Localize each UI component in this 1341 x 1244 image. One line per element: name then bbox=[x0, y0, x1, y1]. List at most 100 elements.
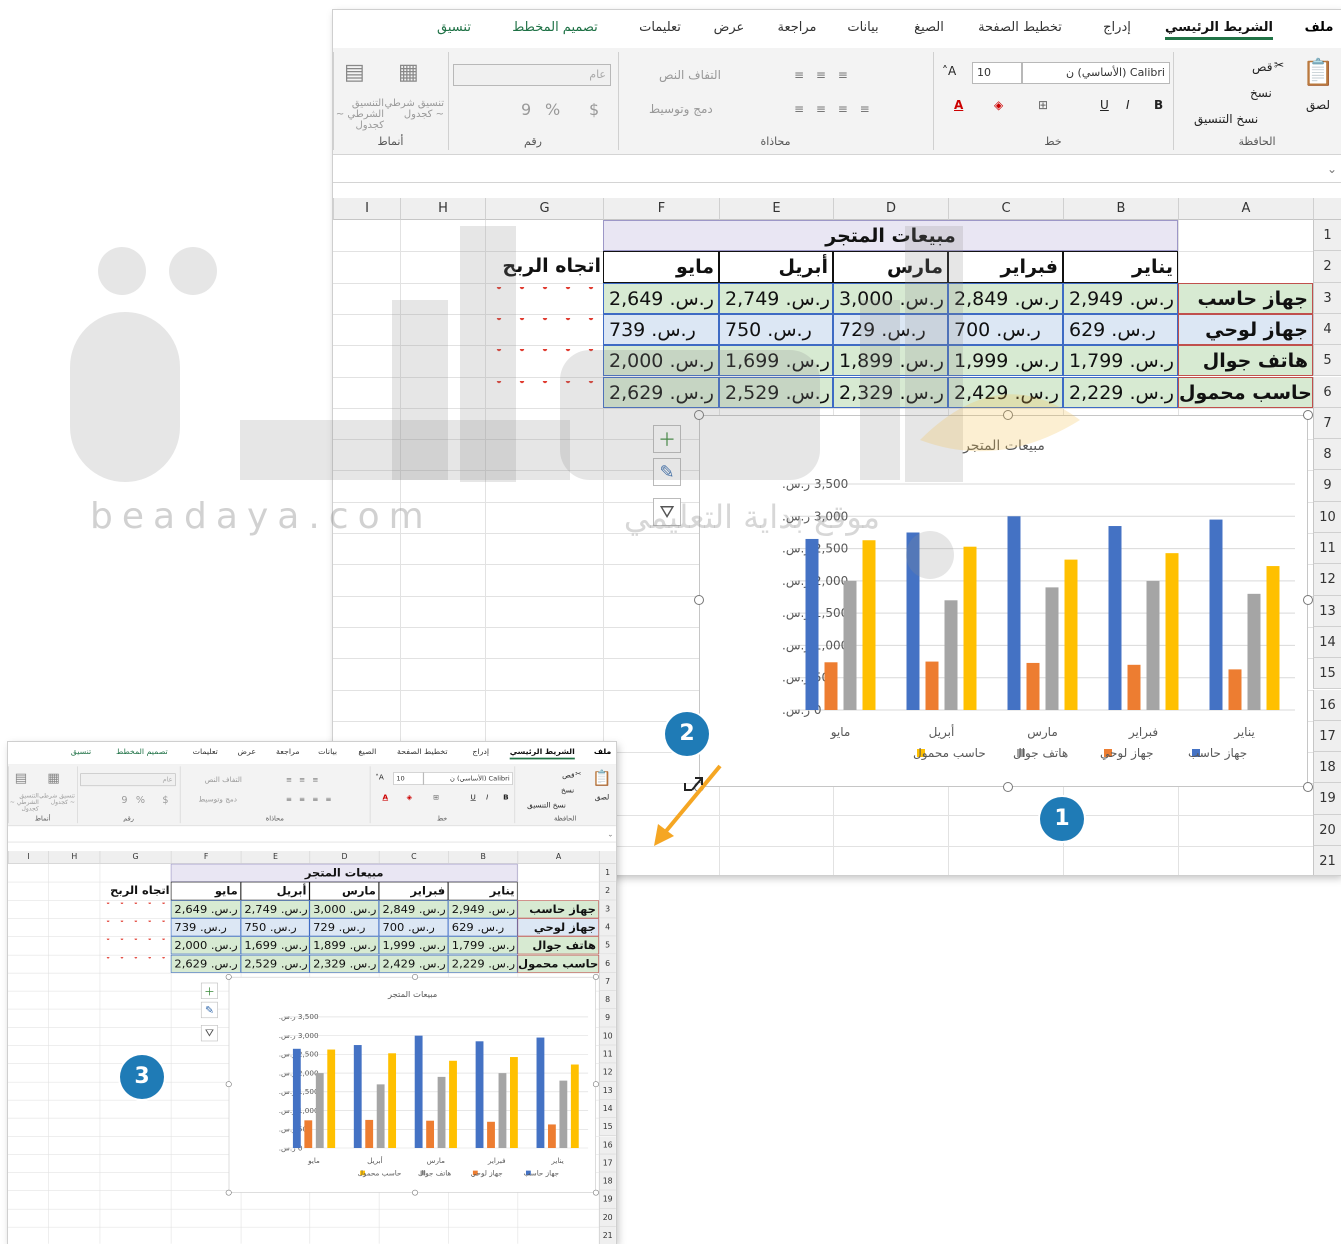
chart-bar[interactable] bbox=[1045, 587, 1059, 710]
row-header[interactable]: 9 bbox=[598, 1009, 616, 1028]
row-header[interactable]: 12 bbox=[1313, 564, 1341, 596]
row-header[interactable]: 7 bbox=[598, 972, 616, 991]
chart-bar[interactable] bbox=[1064, 559, 1078, 710]
table-format-icon[interactable]: ▦ bbox=[398, 60, 419, 85]
row-header[interactable]: 10 bbox=[598, 1027, 616, 1046]
formula-bar[interactable]: ⌄ bbox=[8, 827, 616, 843]
chevron-down-icon[interactable]: ⌄ bbox=[607, 830, 613, 838]
trend-header[interactable]: اتجاه الربح bbox=[485, 251, 603, 282]
format-as-table-button[interactable]: تنسيق شرطي ~ كجدول bbox=[39, 793, 75, 806]
row-header[interactable]: 15 bbox=[598, 1117, 616, 1137]
trend-header[interactable]: اتجاه الربح bbox=[100, 882, 171, 900]
row-header[interactable]: 2 bbox=[1313, 251, 1341, 283]
table-title[interactable]: مبيعات المتجر bbox=[170, 863, 518, 882]
paste-button[interactable]: لصق bbox=[1306, 98, 1330, 112]
resize-handle[interactable] bbox=[694, 595, 704, 605]
resize-handle[interactable] bbox=[592, 1189, 599, 1196]
row-header[interactable]: 3 bbox=[1313, 282, 1341, 314]
sales-cell[interactable]: ر.س. 700 bbox=[378, 918, 449, 937]
legend-entry[interactable]: جهاز حاسب bbox=[1188, 746, 1247, 761]
currency-button[interactable]: $ bbox=[162, 794, 168, 805]
fill-color-icon[interactable]: ◈ bbox=[407, 793, 413, 801]
copy-button[interactable]: نسخ bbox=[1250, 86, 1272, 100]
wrap-text-button[interactable]: التفاف النص bbox=[659, 68, 721, 82]
resize-handle[interactable] bbox=[225, 974, 232, 980]
product-label[interactable]: حاسب محمول bbox=[1178, 376, 1313, 408]
month-header[interactable]: مارس bbox=[833, 251, 948, 283]
row-header[interactable]: 14 bbox=[598, 1099, 616, 1118]
resize-handle[interactable] bbox=[1303, 410, 1313, 420]
resize-handle[interactable] bbox=[412, 974, 419, 980]
ribbon-tab[interactable]: عرض bbox=[238, 748, 256, 757]
row-header[interactable]: 14 bbox=[1313, 626, 1341, 659]
chart-bar[interactable] bbox=[437, 1076, 446, 1148]
column-header[interactable]: A bbox=[517, 851, 599, 864]
resize-handle[interactable] bbox=[225, 1189, 232, 1196]
row-header[interactable]: 3 bbox=[598, 900, 616, 919]
chart-elements-button[interactable]: ＋ bbox=[653, 425, 681, 453]
currency-button[interactable]: $ bbox=[589, 100, 599, 119]
product-label[interactable]: هاتف جوال bbox=[1178, 345, 1313, 377]
row-header[interactable]: 17 bbox=[598, 1154, 616, 1173]
sales-cell[interactable]: ر.س. 2,749 bbox=[719, 282, 833, 314]
ribbon-tab[interactable]: ملف bbox=[1305, 20, 1334, 35]
row-header[interactable]: 6 bbox=[598, 954, 616, 973]
month-header[interactable]: أبريل bbox=[240, 881, 310, 901]
paste-button[interactable]: لصق bbox=[595, 793, 610, 801]
product-label[interactable]: جهاز حاسب bbox=[517, 900, 599, 919]
ribbon-tab[interactable]: تصميم المخطط bbox=[512, 20, 598, 35]
ribbon-tab[interactable]: الصيغ bbox=[358, 748, 376, 757]
column-header[interactable]: D bbox=[833, 198, 948, 220]
sales-cell[interactable]: ر.س. 1,799 bbox=[448, 936, 518, 955]
month-header[interactable]: أبريل bbox=[719, 251, 833, 283]
sales-cell[interactable]: ر.س. 2,429 bbox=[948, 376, 1063, 408]
chart-bar[interactable] bbox=[1026, 662, 1040, 710]
chart-bar[interactable] bbox=[498, 1073, 507, 1148]
row-header[interactable]: 1 bbox=[598, 863, 616, 882]
row-header[interactable]: 1 bbox=[1313, 220, 1341, 252]
chart-filters-button[interactable]: ⛛ bbox=[653, 498, 681, 526]
sales-cell[interactable]: ر.س. 2,429 bbox=[378, 954, 449, 973]
sales-cell[interactable]: ر.س. 1,899 bbox=[309, 936, 379, 955]
number-format-field[interactable]: عام bbox=[80, 773, 176, 787]
row-header[interactable]: 8 bbox=[1313, 439, 1341, 471]
ribbon-tab[interactable]: تنسيق bbox=[71, 748, 91, 757]
row-header[interactable]: 19 bbox=[1313, 783, 1341, 815]
product-label[interactable]: جهاز حاسب bbox=[1178, 282, 1313, 314]
legend-entry[interactable]: حاسب محمول bbox=[358, 1168, 402, 1177]
row-header[interactable]: 18 bbox=[1313, 752, 1341, 784]
chart-bar[interactable] bbox=[824, 662, 838, 710]
resize-handle[interactable] bbox=[592, 1081, 599, 1088]
italic-button[interactable]: I bbox=[1126, 98, 1130, 112]
chart-bar[interactable] bbox=[547, 1124, 556, 1148]
underline-button[interactable]: U bbox=[471, 793, 476, 801]
legend-entry[interactable]: جهاز لوحي bbox=[471, 1168, 503, 1177]
column-header[interactable]: C bbox=[378, 851, 449, 864]
row-header[interactable]: 5 bbox=[1313, 345, 1341, 377]
legend-entry[interactable]: جهاز حاسب bbox=[524, 1168, 560, 1177]
ribbon-tab[interactable]: مراجعة bbox=[276, 748, 300, 757]
resize-handle[interactable] bbox=[1003, 410, 1013, 420]
column-header[interactable]: G bbox=[99, 851, 171, 864]
cut-button[interactable]: قص bbox=[1252, 60, 1272, 74]
sales-cell[interactable]: ر.س. 2,629 bbox=[170, 954, 241, 973]
align-icons[interactable]: ≡ ≡ ≡ bbox=[286, 776, 321, 784]
merge-center-button[interactable]: دمج وتوسيط bbox=[199, 795, 237, 803]
resize-handle[interactable] bbox=[592, 974, 599, 980]
ribbon-tab[interactable]: عرض bbox=[714, 20, 745, 35]
chart-bar[interactable] bbox=[1247, 593, 1261, 710]
format-painter-button[interactable]: نسخ التنسيق bbox=[1194, 112, 1258, 126]
chart-bar[interactable] bbox=[862, 540, 876, 710]
ribbon-tab[interactable]: تعليمات bbox=[639, 20, 681, 35]
chart-styles-button[interactable]: ✎ bbox=[653, 458, 681, 486]
merge-center-button[interactable]: دمج وتوسيط bbox=[649, 102, 713, 116]
font-color-icon[interactable]: A bbox=[954, 98, 963, 112]
month-header[interactable]: يناير bbox=[1063, 251, 1178, 283]
chart-filters-button[interactable]: ⛛ bbox=[200, 1025, 218, 1042]
sales-cell[interactable]: ر.س. 729 bbox=[309, 918, 379, 937]
underline-button[interactable]: U bbox=[1100, 98, 1109, 112]
sales-cell[interactable]: ر.س. 1,899 bbox=[833, 345, 948, 377]
row-header[interactable]: 2 bbox=[598, 881, 616, 901]
chart-bar[interactable] bbox=[805, 538, 819, 710]
chart-bar[interactable] bbox=[1108, 526, 1122, 710]
